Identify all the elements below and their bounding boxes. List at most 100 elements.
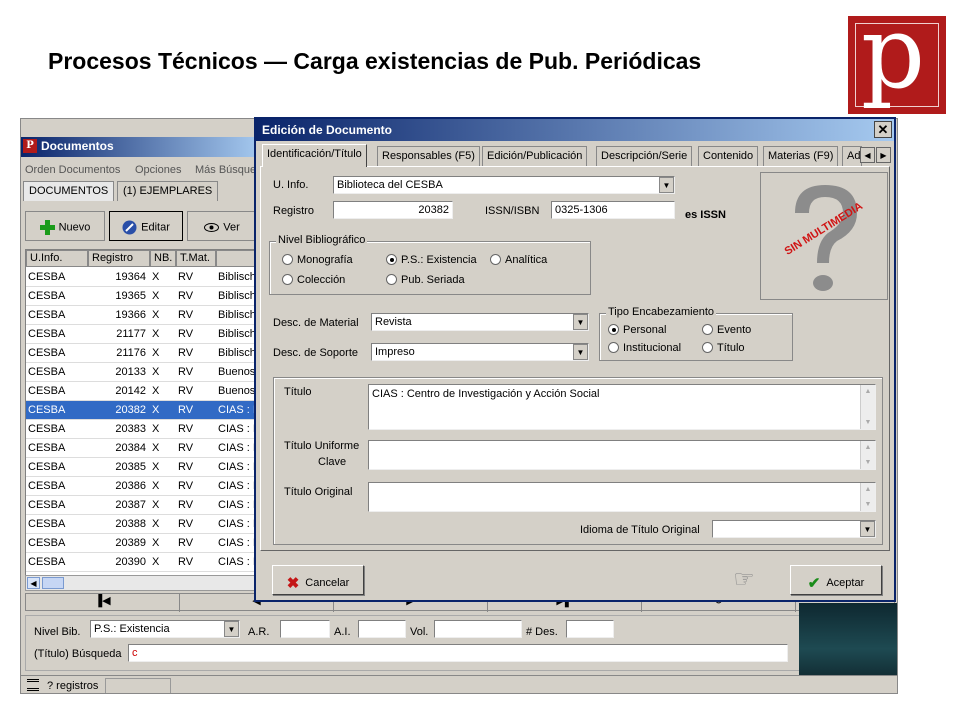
ai-label: A.I. xyxy=(334,626,351,638)
table-cell: RV xyxy=(178,328,194,340)
col-tmat[interactable]: T.Mat. xyxy=(176,250,216,267)
col-uinfo[interactable]: U.Info. xyxy=(26,250,88,267)
table-row[interactable]: CESBA 20384 X RV CIAS : I xyxy=(26,439,256,458)
uniforme-scrollbar[interactable]: ▲ ▼ xyxy=(860,441,875,469)
table-row[interactable]: CESBA 20383 X RV CIAS : I xyxy=(26,420,256,439)
table-row[interactable]: CESBA 20382 X RV CIAS : I xyxy=(26,401,256,420)
table-row[interactable]: CESBA 19366 X RV Biblisch xyxy=(26,306,256,325)
table-row[interactable]: CESBA 21177 X RV Biblisch xyxy=(26,325,256,344)
tab-contenido[interactable]: Contenido xyxy=(698,146,759,166)
grid-hscrollbar[interactable]: ◀ xyxy=(25,575,257,591)
tab-scroll-left-icon[interactable]: ◀ xyxy=(860,147,875,163)
table-cell: RV xyxy=(178,290,194,302)
table-row[interactable]: CESBA 20142 X RV Buenos xyxy=(26,382,256,401)
chevron-down-icon[interactable]: ▼ xyxy=(573,344,588,360)
radio-dot xyxy=(608,342,619,353)
table-row[interactable]: CESBA 20388 X RV CIAS : I xyxy=(26,515,256,534)
tab-responsables[interactable]: Responsables (F5) xyxy=(377,146,480,166)
radio-analitica[interactable]: Analítica xyxy=(490,254,547,266)
menu-opciones[interactable]: Opciones xyxy=(135,164,181,176)
col-nb[interactable]: NB. xyxy=(150,250,176,267)
tab-materias[interactable]: Materias (F9) xyxy=(763,146,839,166)
table-cell: Buenos xyxy=(218,366,256,378)
radio-coleccion[interactable]: Colección xyxy=(282,274,345,286)
original-scrollbar[interactable]: ▲ ▼ xyxy=(860,483,875,511)
col-titulo[interactable] xyxy=(216,250,256,267)
view-button[interactable]: Ver xyxy=(187,211,257,241)
edit-button[interactable]: Editar xyxy=(109,211,183,241)
table-cell: X xyxy=(152,347,160,359)
table-cell: RV xyxy=(178,499,194,511)
ai-input[interactable] xyxy=(358,620,406,638)
close-icon[interactable]: ✕ xyxy=(874,121,892,138)
titulo-scrollbar[interactable]: ▲ ▼ xyxy=(860,385,875,429)
vol-label: Vol. xyxy=(410,626,429,638)
scroll-up-icon[interactable]: ▲ xyxy=(861,483,875,496)
radio-dot xyxy=(282,254,293,265)
table-row[interactable]: CESBA 20386 X RV CIAS : I xyxy=(26,477,256,496)
table-cell: X xyxy=(152,290,160,302)
documents-grid[interactable]: U.Info. Registro NB. T.Mat. CESBA 19364 X R… xyxy=(25,249,257,589)
titulo-textarea[interactable]: CIAS : Centro de Investigación y Acción … xyxy=(368,384,876,430)
tab-scroll-right-icon[interactable]: ▶ xyxy=(876,147,891,163)
titulo-original-textarea[interactable]: ▲ ▼ xyxy=(368,482,876,512)
radio-titulo[interactable]: Título xyxy=(702,342,745,354)
scroll-left-icon[interactable]: ◀ xyxy=(27,577,40,589)
tab-edicion[interactable]: Edición/Publicación xyxy=(482,146,588,166)
scroll-down-icon[interactable]: ▼ xyxy=(861,416,875,429)
first-record-button[interactable]: ▐◀ xyxy=(26,594,180,612)
table-row[interactable]: CESBA 20390 X RV CIAS : I xyxy=(26,553,256,572)
menu-orden[interactable]: Orden Documentos xyxy=(25,164,120,176)
material-select[interactable]: Revista ▼ xyxy=(371,313,589,331)
new-button[interactable]: Nuevo xyxy=(25,211,105,241)
radio-personal[interactable]: Personal xyxy=(608,324,666,336)
soporte-select[interactable]: Impreso ▼ xyxy=(371,343,589,361)
table-row[interactable]: CESBA 20133 X RV Buenos xyxy=(26,363,256,382)
scroll-up-icon[interactable]: ▲ xyxy=(861,385,875,398)
accept-button[interactable]: ✔ Aceptar xyxy=(790,565,882,595)
chevron-down-icon[interactable]: ▼ xyxy=(573,314,588,330)
cancel-button[interactable]: ✖ Cancelar xyxy=(272,565,364,595)
registro-input[interactable]: 20382 xyxy=(333,201,453,219)
idioma-select[interactable]: ▼ xyxy=(712,520,876,538)
chevron-down-icon[interactable]: ▼ xyxy=(224,621,239,637)
col-registro[interactable]: Registro xyxy=(88,250,150,267)
radio-ps-existencia[interactable]: P.S.: Existencia xyxy=(386,254,477,266)
vol-input[interactable] xyxy=(434,620,522,638)
table-row[interactable]: CESBA 19364 X RV Biblisch xyxy=(26,268,256,287)
busqueda-input[interactable]: c xyxy=(128,644,788,662)
table-row[interactable]: CESBA 20385 X RV CIAS : I xyxy=(26,458,256,477)
titulo-uniforme-textarea[interactable]: ▲ ▼ xyxy=(368,440,876,470)
ar-input[interactable] xyxy=(280,620,330,638)
table-row[interactable]: CESBA 20389 X RV CIAS : I xyxy=(26,534,256,553)
scroll-down-icon[interactable]: ▼ xyxy=(861,498,875,511)
table-row[interactable]: CESBA 21176 X RV Biblisch xyxy=(26,344,256,363)
scroll-thumb[interactable] xyxy=(42,577,64,589)
status-bar: ? registros xyxy=(21,675,897,693)
uinfo-select[interactable]: Biblioteca del CESBA ▼ xyxy=(333,176,675,194)
radio-monografia[interactable]: Monografía xyxy=(282,254,353,266)
radio-pub-seriada[interactable]: Pub. Seriada xyxy=(386,274,465,286)
scroll-up-icon[interactable]: ▲ xyxy=(861,441,875,454)
radio-evento[interactable]: Evento xyxy=(702,324,751,336)
menu-mas-busqueda[interactable]: Más Búsque xyxy=(195,164,256,176)
tab-ad[interactable]: Ad xyxy=(842,146,862,166)
tab-documentos[interactable]: DOCUMENTOS xyxy=(23,181,115,201)
tab-ejemplares[interactable]: (1) EJEMPLARES xyxy=(117,181,219,201)
tab-identificacion[interactable]: Identificación/Título xyxy=(262,144,367,167)
table-row[interactable]: CESBA 20387 X RV CIAS : I xyxy=(26,496,256,515)
nivel-group: Nivel Bibliográfico Monografía P.S.: Exi… xyxy=(269,234,591,295)
multimedia-placeholder[interactable]: SIN MULTIMEDIA xyxy=(760,172,888,300)
des-input[interactable] xyxy=(566,620,614,638)
chevron-down-icon[interactable]: ▼ xyxy=(659,177,674,193)
table-cell: 20390 xyxy=(115,556,146,568)
scroll-down-icon[interactable]: ▼ xyxy=(861,456,875,469)
nivel-select[interactable]: P.S.: Existencia ▼ xyxy=(90,620,240,638)
check-icon: ✔ xyxy=(807,575,821,592)
radio-institucional[interactable]: Institucional xyxy=(608,342,681,354)
tab-descripcion[interactable]: Descripción/Serie xyxy=(596,146,693,166)
issn-input[interactable]: 0325-1306 xyxy=(551,201,675,219)
table-cell: CESBA xyxy=(28,442,66,454)
chevron-down-icon[interactable]: ▼ xyxy=(860,521,875,537)
table-row[interactable]: CESBA 19365 X RV Biblisch xyxy=(26,287,256,306)
